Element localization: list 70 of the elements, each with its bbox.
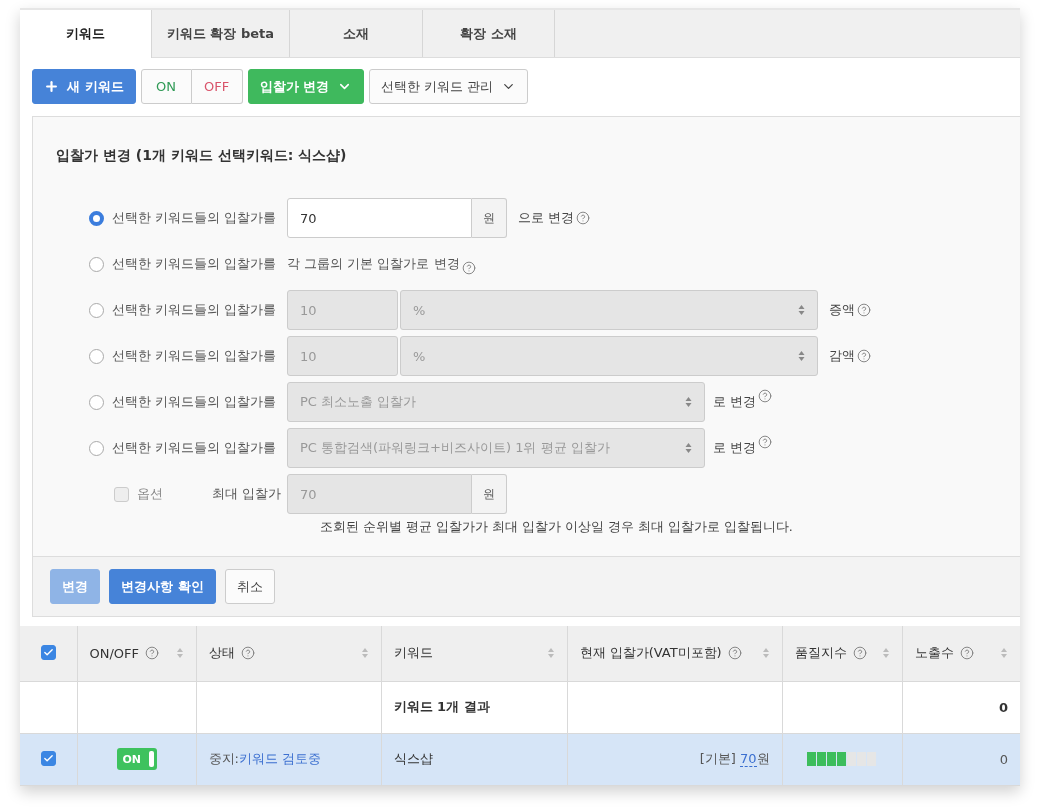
bid-input[interactable]: 70 <box>287 198 472 238</box>
status-link[interactable]: 키워드 검토중 <box>238 751 322 766</box>
max-bid-note: 조회된 순위별 평균 입찰가가 최대 입찰가 이상일 경우 최대 입찰가로 입찰됩니다. <box>320 519 794 536</box>
off-button[interactable]: OFF <box>191 69 243 104</box>
sort-icon[interactable] <box>881 647 890 660</box>
select-all-checkbox[interactable] <box>40 645 56 661</box>
table-cell: 0 <box>999 751 1008 767</box>
bid-link[interactable]: 70 <box>739 751 757 767</box>
help-icon[interactable] <box>461 261 476 275</box>
suffix-label: 로 변경 <box>713 439 757 457</box>
option-label: 선택한 키워드들의 입찰가를 <box>112 439 277 457</box>
option-text: 각 그룹의 기본 입찰가로 변경 <box>287 255 460 273</box>
select-arrows-icon <box>798 304 805 316</box>
tab[interactable]: 키워드 <box>20 10 152 58</box>
on-off-switch[interactable]: ON <box>116 748 157 770</box>
sort-icon[interactable] <box>175 647 184 660</box>
help-icon[interactable] <box>959 646 974 661</box>
help-icon[interactable] <box>857 349 871 363</box>
suffix-label: 로 변경 <box>713 393 757 411</box>
bid-change-button[interactable]: 입찰가 변경 <box>247 69 365 104</box>
row-checkbox[interactable] <box>40 751 56 766</box>
check-icon <box>42 753 54 764</box>
select-arrows-icon <box>798 350 805 362</box>
select-arrows-icon <box>685 396 692 408</box>
radio-button[interactable] <box>89 210 104 226</box>
status-text: 중지: <box>208 751 239 766</box>
radio-button[interactable] <box>89 256 104 272</box>
manage-dropdown[interactable]: 선택한 키워드 관리 <box>369 69 529 104</box>
select-arrows-icon <box>685 442 692 454</box>
column-header: 품질지수 <box>794 644 847 663</box>
keyword-text: 식스샵 <box>393 751 433 766</box>
sort-icon[interactable] <box>1000 647 1008 660</box>
suffix-label: 감액 <box>829 347 855 365</box>
new-keyword-button[interactable]: 새 키워드 <box>32 69 136 104</box>
bid-unit: 원 <box>756 751 770 766</box>
help-icon[interactable] <box>727 646 742 661</box>
suffix-label: 으로 변경 <box>518 209 575 227</box>
sort-icon[interactable] <box>761 647 770 660</box>
panel-title: 입찰가 변경 (1개 키워드 선택키워드: 식스샵) <box>56 147 348 165</box>
option-label: 선택한 키워드들의 입찰가를 <box>112 347 277 365</box>
help-icon[interactable] <box>758 389 773 403</box>
option-label: 선택한 키워드들의 입찰가를 <box>112 255 277 273</box>
summary-text: 키워드 1개 결과 <box>393 699 490 714</box>
column-header: 현재 입찰가(VAT미포함) <box>579 644 722 663</box>
max-bid-label: 최대 입찰가 <box>211 485 281 503</box>
bid-tag: [기본] <box>699 751 740 766</box>
column-header: 키워드 <box>393 644 433 663</box>
column-header: 노출수 <box>914 644 954 663</box>
help-icon[interactable] <box>576 211 591 225</box>
option-label: 선택한 키워드들의 입찰가를 <box>112 301 277 319</box>
on-button[interactable]: ON <box>140 69 192 104</box>
table-cell: 0 <box>998 699 1008 715</box>
option-label: 선택한 키워드들의 입찰가를 <box>112 393 277 411</box>
option-label: 옵션 <box>137 485 163 503</box>
sort-icon[interactable] <box>360 647 369 660</box>
help-icon[interactable] <box>758 435 773 449</box>
panel-button[interactable]: 변경사항 확인 <box>109 569 216 604</box>
sort-icon[interactable] <box>546 647 555 660</box>
help-icon[interactable] <box>240 646 255 661</box>
help-icon[interactable] <box>857 303 871 317</box>
unit-label: 원 <box>472 474 507 514</box>
option-label: 선택한 키워드들의 입찰가를 <box>112 209 277 227</box>
panel-button[interactable]: 취소 <box>224 569 275 604</box>
column-header: ON/OFF <box>89 645 140 661</box>
column-header: 상태 <box>208 644 235 663</box>
unit-label: 원 <box>472 198 507 238</box>
help-icon[interactable] <box>145 646 160 661</box>
help-icon[interactable] <box>852 646 867 661</box>
suffix-label: 증액 <box>829 301 855 319</box>
plus-icon <box>44 79 59 94</box>
